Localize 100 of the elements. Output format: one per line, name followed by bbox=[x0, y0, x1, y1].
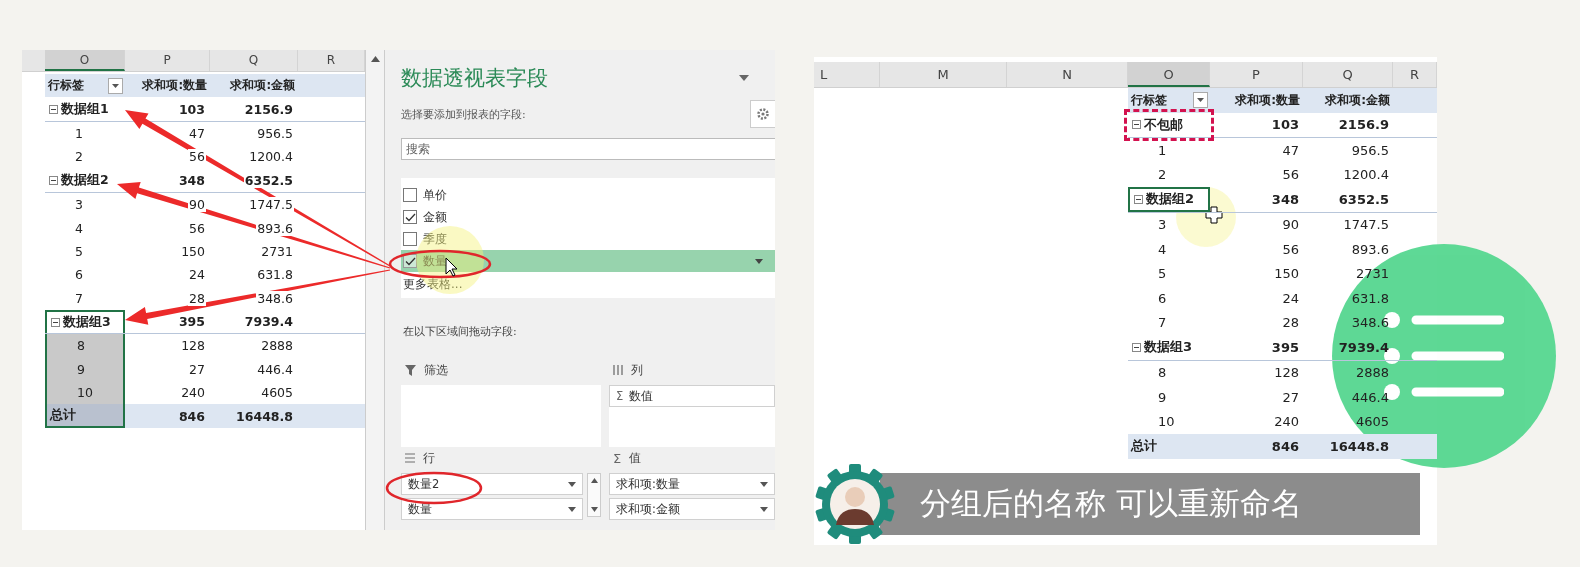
table-cell-text: 4605 bbox=[1354, 413, 1390, 432]
more-tables-link[interactable]: 更多表格... bbox=[401, 276, 463, 293]
collapse-icon[interactable] bbox=[1132, 120, 1141, 130]
area-field-item[interactable]: 数量2 bbox=[401, 473, 583, 495]
row-label-cell[interactable]: 8 bbox=[1128, 360, 1210, 385]
row-label-cell[interactable]: 3 bbox=[1128, 212, 1210, 237]
row-label-cell[interactable]: 4 bbox=[1128, 237, 1210, 262]
row-label-cell[interactable]: 9 bbox=[45, 357, 125, 382]
filter-dropdown-button[interactable] bbox=[108, 77, 123, 94]
row-label-cell[interactable]: 7 bbox=[45, 286, 125, 310]
row-label-cell[interactable]: 2 bbox=[45, 145, 125, 169]
scrollbar[interactable] bbox=[587, 473, 601, 517]
row-label-cell[interactable]: 6 bbox=[1128, 286, 1210, 311]
scrollbar[interactable] bbox=[365, 50, 385, 530]
table-cell-text: 956.5 bbox=[1350, 141, 1390, 160]
column-header[interactable]: R bbox=[1393, 62, 1437, 87]
caption: 分组后的名称 可以重新命名 bbox=[880, 472, 1420, 535]
checkbox[interactable] bbox=[403, 188, 417, 202]
row-label-cell[interactable]: 9 bbox=[1128, 385, 1210, 410]
table-cell-text: 150 bbox=[1273, 265, 1300, 284]
table-cell-text: 103 bbox=[1270, 116, 1300, 135]
row-label-cell[interactable]: 数据组2 bbox=[1128, 187, 1210, 212]
area-field-item[interactable]: Σ 数值 bbox=[609, 385, 775, 407]
collapse-icon[interactable] bbox=[1132, 342, 1141, 352]
rows-icon bbox=[405, 453, 415, 463]
collapse-icon[interactable] bbox=[1134, 194, 1143, 204]
row-label-cell[interactable]: 8 bbox=[45, 334, 125, 358]
column-header[interactable]: Q bbox=[1303, 62, 1393, 87]
table-cell: 348.6 bbox=[256, 290, 294, 306]
area-field-item[interactable]: 求和项:数量 bbox=[609, 473, 775, 495]
field-label: 单价 bbox=[423, 186, 447, 204]
area-field-item[interactable]: 数量 bbox=[401, 498, 583, 520]
area-label: 值 bbox=[629, 449, 642, 467]
table-cell-text: 28 bbox=[1281, 314, 1300, 333]
row-label-cell[interactable]: 1 bbox=[45, 121, 125, 146]
table-cell-text: 90 bbox=[1281, 216, 1300, 235]
row-label-cell[interactable]: 数据组1 bbox=[45, 97, 125, 121]
caret-icon[interactable] bbox=[755, 258, 763, 264]
checkbox[interactable] bbox=[403, 210, 417, 224]
column-header[interactable]: P bbox=[1210, 62, 1303, 87]
settings-button[interactable] bbox=[750, 100, 775, 128]
scroll-up-icon[interactable] bbox=[590, 478, 598, 483]
scroll-down-icon[interactable] bbox=[590, 507, 598, 512]
column-header[interactable]: O bbox=[1128, 62, 1210, 87]
row-label-cell[interactable]: 5 bbox=[45, 239, 125, 264]
field-item[interactable]: 金额 bbox=[401, 206, 775, 228]
row-label-cell[interactable]: 10 bbox=[45, 381, 125, 405]
row-label-cell[interactable]: 5 bbox=[1128, 261, 1210, 286]
field-item[interactable]: 季度 bbox=[401, 228, 775, 250]
panel-subtitle: 选择要添加到报表的字段: bbox=[401, 106, 526, 122]
table-cell-text: 128 bbox=[1273, 364, 1300, 383]
column-header[interactable]: P bbox=[125, 50, 210, 71]
area-field-item[interactable]: 求和项:金额 bbox=[609, 498, 775, 520]
row-label-cell[interactable]: 3 bbox=[45, 192, 125, 217]
table-cell-text: 446.4 bbox=[1350, 388, 1390, 407]
row-label-cell[interactable]: 数据组2 bbox=[45, 168, 125, 192]
row-label-cell[interactable]: 7 bbox=[1128, 310, 1210, 335]
row-label-cell[interactable]: 总计 bbox=[45, 404, 125, 428]
table-cell-text: 1200.4 bbox=[1342, 166, 1390, 185]
table-cell-text: 24 bbox=[1281, 289, 1300, 308]
row-label-cell[interactable]: 2 bbox=[1128, 162, 1210, 187]
row-label-cell[interactable]: 数据组3 bbox=[45, 309, 125, 334]
row-label-cell[interactable]: 10 bbox=[1128, 409, 1210, 434]
row-label-cell[interactable]: 4 bbox=[45, 216, 125, 240]
row-label-cell[interactable]: 总计 bbox=[1128, 434, 1210, 459]
scroll-up-icon[interactable] bbox=[370, 56, 380, 62]
caret-icon bbox=[112, 83, 119, 88]
column-header-cell-text: 求和项:数量 bbox=[141, 77, 208, 95]
column-header[interactable]: L bbox=[814, 62, 880, 87]
table-cell-text: 240 bbox=[1273, 413, 1300, 432]
row-label-cell[interactable]: 6 bbox=[45, 263, 125, 287]
filter-dropdown-button[interactable] bbox=[1193, 92, 1208, 109]
table-cell-text: 846 bbox=[1270, 437, 1300, 456]
table-cell-text: 7939.4 bbox=[1337, 338, 1390, 357]
column-header[interactable]: Q bbox=[210, 50, 298, 71]
column-header[interactable]: O bbox=[45, 50, 125, 71]
field-item[interactable]: 单价 bbox=[401, 184, 775, 206]
filter-icon bbox=[405, 364, 416, 376]
row-label-cell[interactable]: 数据组3 bbox=[1128, 335, 1210, 360]
table-cell-text: 6352.5 bbox=[1337, 190, 1390, 209]
collapse-icon[interactable] bbox=[51, 318, 60, 328]
row-label-cell[interactable]: 1 bbox=[1128, 138, 1210, 163]
column-header[interactable]: M bbox=[880, 62, 1007, 87]
checkbox[interactable] bbox=[403, 254, 417, 268]
table-cell-text: 56 bbox=[1281, 240, 1300, 259]
table-cell-text: 56 bbox=[1281, 166, 1300, 185]
table-cell-text: 1747.5 bbox=[1342, 216, 1390, 235]
row-label-header: 行标签 bbox=[1131, 91, 1167, 109]
row-label-header: 行标签 bbox=[48, 78, 84, 94]
table-cell-text: 2156.9 bbox=[1337, 116, 1390, 135]
collapse-icon[interactable] bbox=[49, 104, 58, 114]
collapse-icon[interactable] bbox=[49, 175, 58, 185]
row-label-cell[interactable]: 不包邮 bbox=[1128, 112, 1210, 137]
checkbox[interactable] bbox=[403, 232, 417, 246]
cursor-icon bbox=[1205, 206, 1223, 224]
table-cell-text: 27 bbox=[1281, 388, 1300, 407]
area-label: 列 bbox=[631, 361, 643, 379]
search-field[interactable]: 搜索 bbox=[401, 138, 775, 160]
caret-icon[interactable] bbox=[739, 75, 749, 81]
field-label: 季度 bbox=[423, 230, 447, 248]
